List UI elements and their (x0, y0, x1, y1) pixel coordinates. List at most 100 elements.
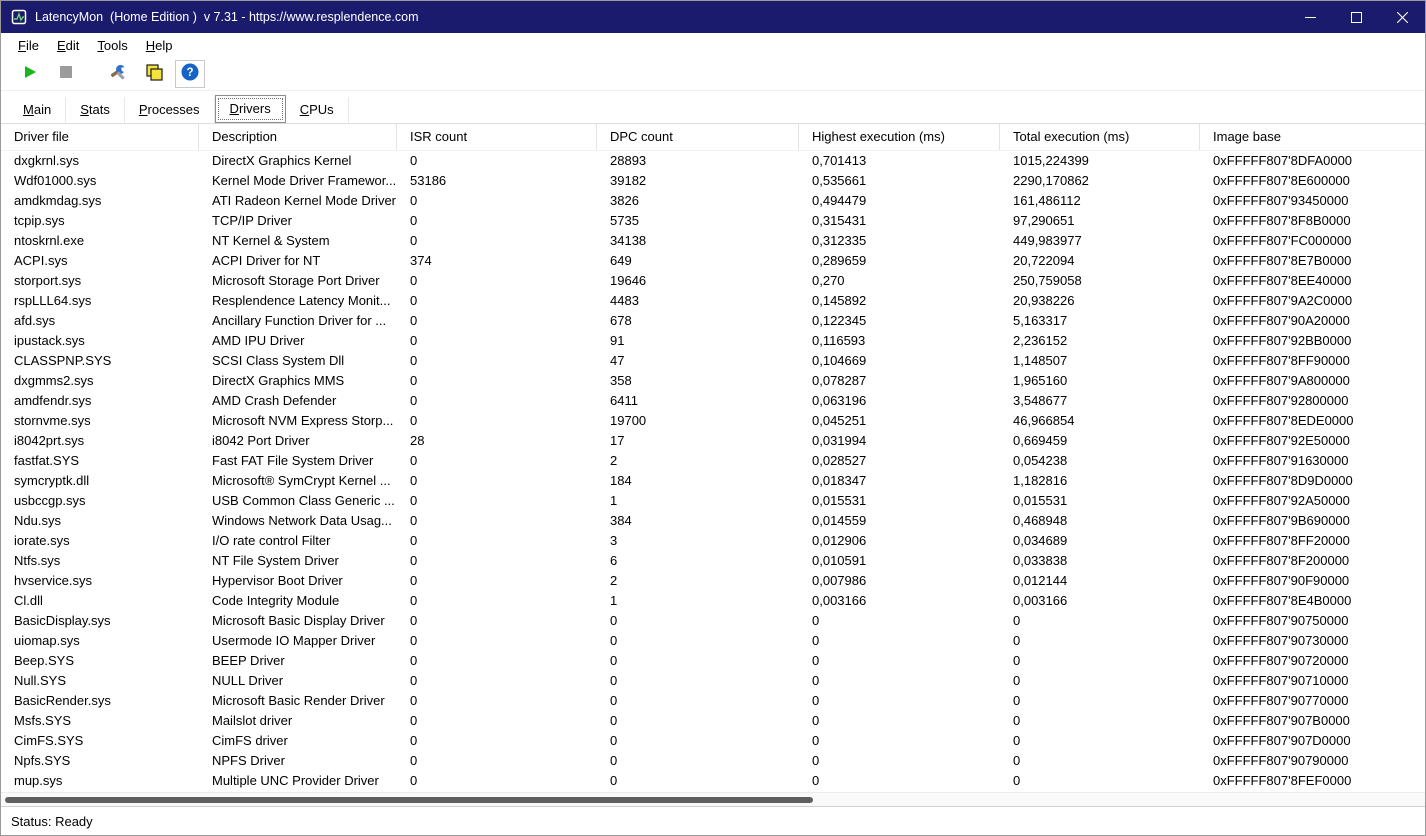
column-header[interactable]: ISR count (397, 124, 597, 150)
table-row[interactable]: symcryptk.dllMicrosoft® SymCrypt Kernel … (1, 471, 1425, 491)
table-cell: 1,182816 (1000, 471, 1200, 491)
table-row[interactable]: Wdf01000.sysKernel Mode Driver Framewor.… (1, 171, 1425, 191)
table-row[interactable]: mup.sysMultiple UNC Provider Driver00000… (1, 771, 1425, 791)
table-cell: 0 (397, 731, 597, 751)
table-cell: 0 (397, 651, 597, 671)
table-cell: 19700 (597, 411, 799, 431)
table-cell: 0xFFFFF807'907B0000 (1200, 711, 1425, 731)
menu-item-tools[interactable]: Tools (88, 35, 136, 56)
menubar: FileEditToolsHelp (1, 33, 1425, 57)
menu-item-file[interactable]: File (9, 35, 48, 56)
column-header[interactable]: Image base (1200, 124, 1426, 150)
table-row[interactable]: dxgmms2.sysDirectX Graphics MMS03580,078… (1, 371, 1425, 391)
column-header[interactable]: Description (199, 124, 397, 150)
table-cell: 20,938226 (1000, 291, 1200, 311)
table-row[interactable]: tcpip.sysTCP/IP Driver057350,31543197,29… (1, 211, 1425, 231)
table-row[interactable]: Msfs.SYSMailslot driver00000xFFFFF807'90… (1, 711, 1425, 731)
table-cell: tcpip.sys (1, 211, 199, 231)
table-cell: 34138 (597, 231, 799, 251)
table-cell: 0,535661 (799, 171, 1000, 191)
table-cell: 0 (397, 771, 597, 791)
table-cell: 0 (597, 691, 799, 711)
table-cell: 0 (1000, 631, 1200, 651)
tab-cpus[interactable]: CPUs (286, 97, 349, 123)
table-cell: 0,122345 (799, 311, 1000, 331)
table-cell: 0 (397, 551, 597, 571)
table-cell: 0 (1000, 691, 1200, 711)
table-cell: 46,966854 (1000, 411, 1200, 431)
table-cell: 0,701413 (799, 151, 1000, 171)
table-row[interactable]: stornvme.sysMicrosoft NVM Express Storp.… (1, 411, 1425, 431)
table-row[interactable]: Beep.SYSBEEP Driver00000xFFFFF807'907200… (1, 651, 1425, 671)
table-row[interactable]: dxgkrnl.sysDirectX Graphics Kernel028893… (1, 151, 1425, 171)
table-row[interactable]: CLASSPNP.SYSSCSI Class System Dll0470,10… (1, 351, 1425, 371)
table-cell: 0 (397, 311, 597, 331)
table-cell: 384 (597, 511, 799, 531)
table-row[interactable]: fastfat.SYSFast FAT File System Driver02… (1, 451, 1425, 471)
column-header[interactable]: Total execution (ms) (1000, 124, 1200, 150)
tab-processes[interactable]: Processes (125, 97, 215, 123)
maximize-button[interactable] (1333, 1, 1379, 33)
table-cell: 0 (799, 651, 1000, 671)
table-cell: 0 (597, 771, 799, 791)
tab-main[interactable]: Main (9, 97, 66, 123)
table-row[interactable]: storport.sysMicrosoft Storage Port Drive… (1, 271, 1425, 291)
options-button[interactable] (103, 60, 133, 88)
table-row[interactable]: ntoskrnl.exeNT Kernel & System0341380,31… (1, 231, 1425, 251)
column-header[interactable]: Highest execution (ms) (799, 124, 1000, 150)
table-row[interactable]: CimFS.SYSCimFS driver00000xFFFFF807'907D… (1, 731, 1425, 751)
table-row[interactable]: BasicRender.sysMicrosoft Basic Render Dr… (1, 691, 1425, 711)
table-row[interactable]: iorate.sysI/O rate control Filter030,012… (1, 531, 1425, 551)
table-row[interactable]: amdfendr.sysAMD Crash Defender064110,063… (1, 391, 1425, 411)
table-row[interactable]: Ndu.sysWindows Network Data Usag...03840… (1, 511, 1425, 531)
table-row[interactable]: rspLLL64.sysResplendence Latency Monit..… (1, 291, 1425, 311)
scrollbar-thumb[interactable] (5, 797, 813, 803)
table-cell: 0 (397, 751, 597, 771)
statusbar: Status: Ready (1, 806, 1425, 835)
table-cell: 0 (397, 151, 597, 171)
table-cell: 0 (1000, 751, 1200, 771)
table-cell: 0 (397, 411, 597, 431)
menu-item-edit[interactable]: Edit (48, 35, 88, 56)
help-button[interactable]: ? (175, 60, 205, 88)
table-row[interactable]: i8042prt.sysi8042 Port Driver28170,03199… (1, 431, 1425, 451)
table-cell: Cl.dll (1, 591, 199, 611)
table-cell: Ndu.sys (1, 511, 199, 531)
menu-item-help[interactable]: Help (137, 35, 182, 56)
table-cell: TCP/IP Driver (199, 211, 397, 231)
table-cell: 0xFFFFF807'8FF90000 (1200, 351, 1425, 371)
table-cell: 0,289659 (799, 251, 1000, 271)
table-row[interactable]: Npfs.SYSNPFS Driver00000xFFFFF807'907900… (1, 751, 1425, 771)
table-row[interactable]: amdkmdag.sysATI Radeon Kernel Mode Drive… (1, 191, 1425, 211)
horizontal-scrollbar[interactable] (1, 792, 1425, 806)
table-cell: 0 (799, 751, 1000, 771)
table-row[interactable]: hvservice.sysHypervisor Boot Driver020,0… (1, 571, 1425, 591)
table-row[interactable]: ipustack.sysAMD IPU Driver0910,1165932,2… (1, 331, 1425, 351)
table-cell: 0,270 (799, 271, 1000, 291)
table-cell: DirectX Graphics Kernel (199, 151, 397, 171)
table-cell: 0xFFFFF807'907D0000 (1200, 731, 1425, 751)
table-row[interactable]: afd.sysAncillary Function Driver for ...… (1, 311, 1425, 331)
table-cell: mup.sys (1, 771, 199, 791)
tab-drivers[interactable]: Drivers (215, 95, 286, 123)
table-row[interactable]: BasicDisplay.sysMicrosoft Basic Display … (1, 611, 1425, 631)
table-row[interactable]: ACPI.sysACPI Driver for NT3746490,289659… (1, 251, 1425, 271)
help-icon: ? (180, 62, 200, 85)
table-cell: 0 (397, 291, 597, 311)
minimize-button[interactable] (1287, 1, 1333, 33)
table-row[interactable]: usbccgp.sysUSB Common Class Generic ...0… (1, 491, 1425, 511)
table-row[interactable]: Cl.dllCode Integrity Module010,0031660,0… (1, 591, 1425, 611)
table-cell: symcryptk.dll (1, 471, 199, 491)
table-row[interactable]: Null.SYSNULL Driver00000xFFFFF807'907100… (1, 671, 1425, 691)
tab-stats[interactable]: Stats (66, 97, 125, 123)
column-header[interactable]: DPC count (597, 124, 799, 150)
copy-report-button[interactable] (139, 60, 169, 88)
table-cell: dxgmms2.sys (1, 371, 199, 391)
column-header[interactable]: Driver file (1, 124, 199, 150)
stop-monitor-button[interactable] (51, 60, 81, 88)
close-button[interactable] (1379, 1, 1425, 33)
start-monitor-button[interactable] (15, 60, 45, 88)
table-cell: 0,003166 (1000, 591, 1200, 611)
table-row[interactable]: uiomap.sysUsermode IO Mapper Driver00000… (1, 631, 1425, 651)
table-row[interactable]: Ntfs.sysNT File System Driver060,0105910… (1, 551, 1425, 571)
